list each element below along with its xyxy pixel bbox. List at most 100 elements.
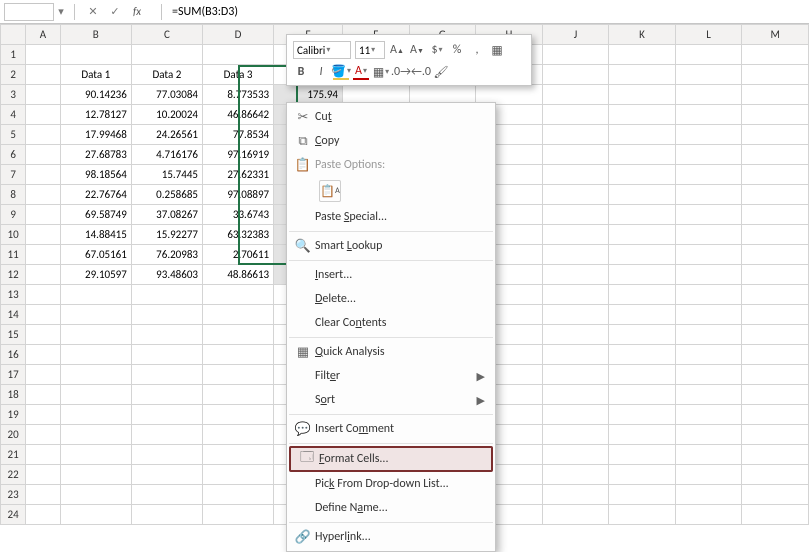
cell-C3[interactable]: 77.03084: [131, 85, 202, 105]
row-4-header[interactable]: 4: [1, 105, 26, 125]
cell-J7[interactable]: [542, 165, 609, 185]
cell-L3[interactable]: [675, 85, 742, 105]
accounting-format-icon[interactable]: $▾: [429, 42, 445, 58]
name-box[interactable]: [4, 3, 54, 21]
cell-K21[interactable]: [609, 445, 676, 465]
cell-A22[interactable]: [26, 465, 60, 485]
cell-B1[interactable]: [60, 45, 131, 65]
cell-L7[interactable]: [675, 165, 742, 185]
cell-J5[interactable]: [542, 125, 609, 145]
cell-B3[interactable]: 90.14236: [60, 85, 131, 105]
cell-A11[interactable]: [26, 245, 60, 265]
cell-M9[interactable]: [742, 205, 809, 225]
row-2-header[interactable]: 2: [1, 65, 26, 85]
cell-A24[interactable]: [26, 505, 60, 525]
font-color-icon[interactable]: A▾: [353, 64, 369, 80]
col-J-header[interactable]: J: [542, 25, 609, 45]
cell-D10[interactable]: 63.32383: [202, 225, 273, 245]
cell-A19[interactable]: [26, 405, 60, 425]
cell-L13[interactable]: [675, 285, 742, 305]
cell-D1[interactable]: [202, 45, 273, 65]
cell-B5[interactable]: 17.99468: [60, 125, 131, 145]
cell-C19[interactable]: [131, 405, 202, 425]
cell-L18[interactable]: [675, 385, 742, 405]
cell-B20[interactable]: [60, 425, 131, 445]
ctx-paste-special[interactable]: Paste Special...: [287, 205, 495, 229]
cancel-formula-icon[interactable]: ✕: [87, 5, 99, 18]
row-19-header[interactable]: 19: [1, 405, 26, 425]
cell-K5[interactable]: [609, 125, 676, 145]
cell-D23[interactable]: [202, 485, 273, 505]
cell-C13[interactable]: [131, 285, 202, 305]
cell-B7[interactable]: 98.18564: [60, 165, 131, 185]
cell-M1[interactable]: [742, 45, 809, 65]
ctx-smart-lookup[interactable]: 🔍 Smart Lookup: [287, 234, 495, 258]
cell-J14[interactable]: [542, 305, 609, 325]
cell-L14[interactable]: [675, 305, 742, 325]
cell-A17[interactable]: [26, 365, 60, 385]
cell-M12[interactable]: [742, 265, 809, 285]
cell-L9[interactable]: [675, 205, 742, 225]
cell-M3[interactable]: [742, 85, 809, 105]
cell-J10[interactable]: [542, 225, 609, 245]
cell-M18[interactable]: [742, 385, 809, 405]
decrease-decimal-icon[interactable]: ←.0: [413, 64, 429, 80]
cell-J13[interactable]: [542, 285, 609, 305]
cell-A20[interactable]: [26, 425, 60, 445]
ctx-pick-from-list[interactable]: Pick From Drop-down List...: [287, 472, 495, 496]
cell-B4[interactable]: 12.78127: [60, 105, 131, 125]
cell-A14[interactable]: [26, 305, 60, 325]
cell-J9[interactable]: [542, 205, 609, 225]
cell-M6[interactable]: [742, 145, 809, 165]
cell-M2[interactable]: [742, 65, 809, 85]
cell-C9[interactable]: 37.08267: [131, 205, 202, 225]
cell-D14[interactable]: [202, 305, 273, 325]
cell-K16[interactable]: [609, 345, 676, 365]
cell-M8[interactable]: [742, 185, 809, 205]
bold-icon[interactable]: B: [293, 64, 309, 80]
cell-B17[interactable]: [60, 365, 131, 385]
cell-A21[interactable]: [26, 445, 60, 465]
cell-J22[interactable]: [542, 465, 609, 485]
cell-A2[interactable]: [26, 65, 60, 85]
cell-A1[interactable]: [26, 45, 60, 65]
cell-L8[interactable]: [675, 185, 742, 205]
ctx-delete[interactable]: Delete...: [287, 287, 495, 311]
cell-M19[interactable]: [742, 405, 809, 425]
cell-M5[interactable]: [742, 125, 809, 145]
ctx-define-name[interactable]: Define Name...: [287, 496, 495, 520]
cell-L10[interactable]: [675, 225, 742, 245]
cell-B19[interactable]: [60, 405, 131, 425]
row-3-header[interactable]: 3: [1, 85, 26, 105]
col-C-header[interactable]: C: [131, 25, 202, 45]
row-21-header[interactable]: 21: [1, 445, 26, 465]
cell-J17[interactable]: [542, 365, 609, 385]
row-13-header[interactable]: 13: [1, 285, 26, 305]
ctx-hyperlink[interactable]: 🔗 Hyperlink...: [287, 525, 495, 549]
row-5-header[interactable]: 5: [1, 125, 26, 145]
cell-L15[interactable]: [675, 325, 742, 345]
cell-L5[interactable]: [675, 125, 742, 145]
cell-C4[interactable]: 10.20024: [131, 105, 202, 125]
cell-A12[interactable]: [26, 265, 60, 285]
cell-A3[interactable]: [26, 85, 60, 105]
cell-C6[interactable]: 4.716176: [131, 145, 202, 165]
cell-B13[interactable]: [60, 285, 131, 305]
cell-K19[interactable]: [609, 405, 676, 425]
row-7-header[interactable]: 7: [1, 165, 26, 185]
cell-C21[interactable]: [131, 445, 202, 465]
fill-color-icon[interactable]: 🪣▾: [333, 64, 349, 80]
borders-icon[interactable]: ▦▾: [373, 64, 389, 80]
cell-D13[interactable]: [202, 285, 273, 305]
cell-K3[interactable]: [609, 85, 676, 105]
cell-D16[interactable]: [202, 345, 273, 365]
cell-B24[interactable]: [60, 505, 131, 525]
increase-font-icon[interactable]: A▲: [389, 42, 405, 58]
cell-C22[interactable]: [131, 465, 202, 485]
cell-J16[interactable]: [542, 345, 609, 365]
formula-input[interactable]: =SUM(B3:D3): [168, 5, 809, 19]
cell-D5[interactable]: 77.8534: [202, 125, 273, 145]
cell-M10[interactable]: [742, 225, 809, 245]
cell-J23[interactable]: [542, 485, 609, 505]
row-23-header[interactable]: 23: [1, 485, 26, 505]
